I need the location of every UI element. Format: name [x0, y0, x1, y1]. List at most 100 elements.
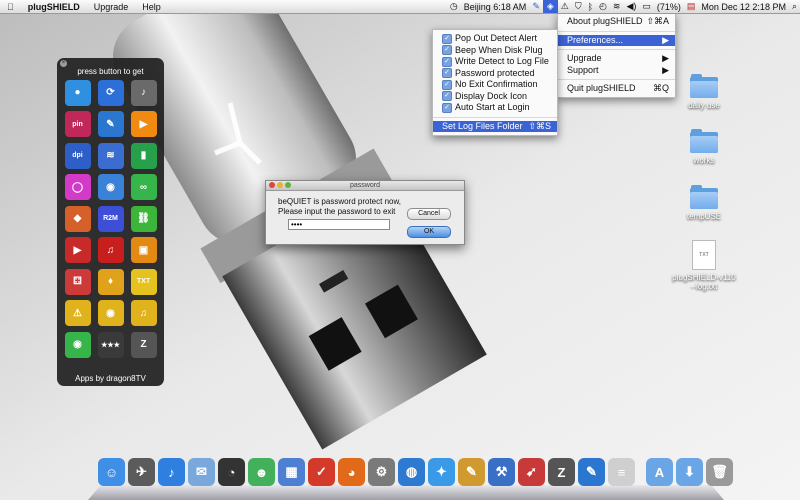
preview-icon[interactable]: ▦	[278, 458, 305, 486]
usb-pen-icon[interactable]: ✎	[97, 111, 124, 138]
downloads-folder-icon[interactable]: ⬇	[676, 458, 703, 486]
search-icon[interactable]: ⌕	[789, 1, 800, 12]
pinyin-icon[interactable]: pin	[64, 111, 91, 138]
cards-icon[interactable]: ♦	[97, 268, 124, 295]
launcher-cell[interactable]: ◉	[94, 298, 127, 330]
dpi-icon[interactable]: dpi	[64, 142, 91, 169]
bluetooth-icon[interactable]: ᛒ	[585, 2, 596, 12]
pref-auto-start-login[interactable]: ✓ Auto Start at Login	[433, 102, 557, 114]
minimize-window-icon[interactable]	[277, 182, 283, 188]
earth-icon[interactable]: ◍	[398, 458, 425, 486]
launcher-cell[interactable]: ⚃	[61, 266, 94, 298]
pieces-icon[interactable]: ◆	[64, 205, 91, 232]
launcher-cell[interactable]: ≋	[94, 140, 127, 172]
close-window-icon[interactable]	[269, 182, 275, 188]
eye-plus-icon[interactable]: ◉	[97, 174, 124, 201]
calendar-icon[interactable]: ✓	[308, 458, 335, 486]
zoom-window-icon[interactable]	[285, 182, 291, 188]
itunes-icon[interactable]: ♪	[158, 458, 185, 486]
menu-item-support[interactable]: Support ▶	[558, 65, 675, 77]
launcher-cell[interactable]: ◉	[94, 172, 127, 204]
chain-icon[interactable]: ⛓	[130, 205, 157, 232]
launcher-cell[interactable]: ◯	[61, 172, 94, 204]
menu-item-upgrade[interactable]: Upgrade ▶	[558, 53, 675, 65]
wifi-icon[interactable]: ≋	[97, 142, 124, 169]
z-icon[interactable]: Z	[130, 331, 157, 358]
sync-icon[interactable]: ⟳	[97, 79, 124, 106]
desktop-folder-works[interactable]: works	[674, 129, 734, 165]
app-menu-title[interactable]: plugSHIELD	[21, 2, 87, 12]
launcher-cell[interactable]: ●	[61, 77, 94, 109]
txt-icon[interactable]: TXT	[130, 268, 157, 295]
launcher-cell[interactable]: ♦	[94, 266, 127, 298]
apple-icon[interactable]: 	[0, 2, 21, 12]
volume-icon[interactable]: ◀)	[623, 1, 639, 12]
warning-status-icon[interactable]: ⚠	[558, 1, 572, 12]
drop-icon[interactable]: ●	[64, 79, 91, 106]
plugshield-status-icon[interactable]: ◈	[542, 0, 558, 13]
checkbox-icon[interactable]: ✓	[442, 91, 452, 102]
ring-icon[interactable]: ◯	[64, 174, 91, 201]
flag-icon[interactable]: ▤	[684, 1, 699, 12]
system-preferences-icon[interactable]: ⚙	[368, 458, 395, 486]
pref-set-log-files-folder[interactable]: Set Log Files Folder ⇧⌘S	[433, 120, 557, 132]
launcher-cell[interactable]: TXT	[127, 266, 160, 298]
ok-button[interactable]: OK	[407, 226, 451, 238]
links-icon[interactable]: ∞	[130, 174, 157, 201]
launcher-cell[interactable]: ▶	[127, 109, 160, 141]
mail-icon[interactable]: ✉	[188, 458, 215, 486]
eye-icon[interactable]: ◉	[64, 331, 91, 358]
menu-item-about[interactable]: About plugSHIELD ⇧⌘A	[558, 16, 675, 28]
launcher-cell[interactable]: R2M	[94, 203, 127, 235]
truck-icon[interactable]: ▶	[64, 237, 91, 264]
dice-icon[interactable]: ⚃	[64, 268, 91, 295]
launcher-cell[interactable]: ∞	[127, 172, 160, 204]
desktop-folder-daily-use[interactable]: daily use	[674, 74, 734, 110]
checkbox-icon[interactable]: ✓	[442, 33, 452, 44]
play-icon[interactable]: ▶	[130, 111, 157, 138]
launcher-cell[interactable]: ✎	[94, 109, 127, 141]
safari-icon[interactable]: ✦	[428, 458, 455, 486]
finder-icon[interactable]: ☺	[98, 458, 125, 486]
music-icon[interactable]: ♪	[130, 79, 157, 106]
eye-warning-icon[interactable]: ◉	[97, 300, 124, 327]
launcher-cell[interactable]: pin	[61, 109, 94, 141]
rocket-icon[interactable]: ➹	[518, 458, 545, 486]
checkbox-icon[interactable]: ✓	[442, 102, 452, 113]
warning-icon[interactable]: ⚠	[64, 300, 91, 327]
xcode-icon[interactable]: ⚒	[488, 458, 515, 486]
launcher-cell[interactable]: ★★★	[94, 329, 127, 361]
menu-item-preferences[interactable]: Preferences... ▶	[558, 34, 675, 46]
orange-icon[interactable]: ▣	[130, 237, 157, 264]
close-icon[interactable]: ×	[60, 60, 67, 67]
cancel-button[interactable]: Cancel	[407, 208, 451, 220]
headphone-icon[interactable]: ♫	[97, 237, 124, 264]
battery-icon[interactable]: ▮	[130, 142, 157, 169]
launcher-cell[interactable]: ⛓	[127, 203, 160, 235]
launcher-cell[interactable]: ◉	[61, 329, 94, 361]
clock-globe-icon[interactable]: ◷	[447, 1, 461, 12]
applications-folder-icon[interactable]: A	[646, 458, 673, 486]
launcher-cell[interactable]: ⟳	[94, 77, 127, 109]
password-input[interactable]	[288, 219, 390, 230]
launcher-cell[interactable]: ▶	[61, 235, 94, 267]
usb-app-icon[interactable]: ✎	[578, 458, 605, 486]
checkbox-icon[interactable]: ✓	[442, 79, 452, 90]
stars-icon[interactable]: ★★★	[97, 331, 124, 358]
launcher-cell[interactable]: ▣	[127, 235, 160, 267]
messenger-icon[interactable]: ☻	[248, 458, 275, 486]
pref-pop-out-detect-alert[interactable]: ✓ Pop Out Detect Alert	[433, 33, 557, 45]
dashboard-icon[interactable]: ◔	[218, 458, 245, 486]
launcher-cell[interactable]: ◆	[61, 203, 94, 235]
launcher-cell[interactable]: dpi	[61, 140, 94, 172]
checkbox-icon[interactable]: ✓	[442, 56, 452, 67]
desktop-file-log[interactable]: TXT plugSHIELD-v110--log.txt	[666, 240, 742, 291]
world-clock[interactable]: Beijing 6:18 AM	[461, 2, 530, 12]
shield-status-icon[interactable]: ⛉	[572, 1, 585, 12]
date-time[interactable]: Mon Dec 12 2:18 PM	[698, 2, 789, 12]
pref-no-exit-confirmation[interactable]: ✓ No Exit Confirmation	[433, 79, 557, 91]
launchpad-icon[interactable]: ✈	[128, 458, 155, 486]
launcher-cell[interactable]: ♫	[94, 235, 127, 267]
launcher-cell[interactable]: ♪	[127, 77, 160, 109]
checkbox-icon[interactable]: ✓	[442, 68, 452, 79]
